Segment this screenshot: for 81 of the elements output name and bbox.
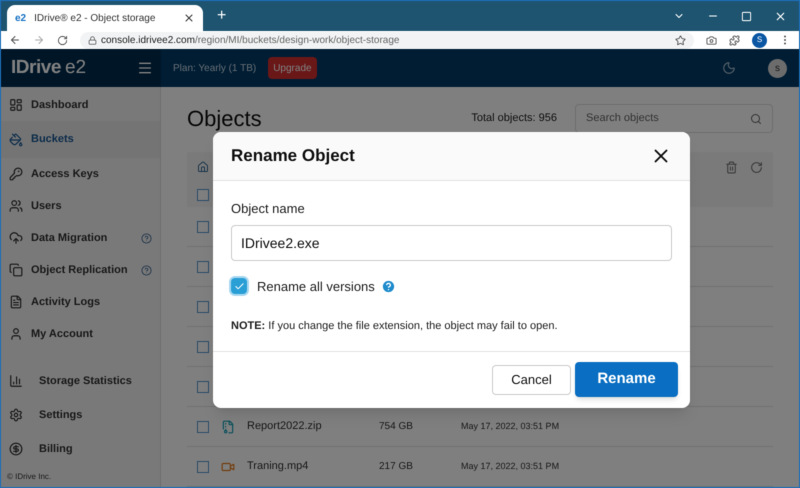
zip-file-icon [221, 420, 235, 434]
check-icon [234, 280, 244, 292]
address-bar[interactable]: console.idrivee2.com/region/MI/buckets/design-work/object-storage [80, 32, 694, 48]
sidebar-item[interactable]: Users [1, 190, 160, 222]
dialog-title: Rename Object [231, 145, 355, 168]
file-size: 217 GB [379, 460, 414, 474]
sidebar-item[interactable]: My Account [1, 318, 160, 350]
checkbox[interactable] [197, 380, 209, 392]
user-avatar[interactable]: s [768, 58, 787, 78]
document-icon [9, 295, 23, 309]
sidebar-item[interactable]: Storage Statistics [1, 364, 160, 398]
file-date: May 17, 2022, 03:51 PM [461, 420, 560, 433]
close-window-icon[interactable] [774, 10, 787, 22]
dashboard-icon [9, 98, 23, 112]
logo-suffix: e2 [64, 56, 86, 80]
url-host: console.idrivee2.com [101, 34, 195, 48]
checkbox[interactable] [197, 220, 209, 232]
checkbox[interactable] [197, 340, 209, 352]
object-name-field[interactable]: IDrivee2.exe [231, 224, 672, 260]
checkbox[interactable] [231, 278, 247, 294]
sidebar-item[interactable]: Buckets [1, 121, 160, 158]
maximize-icon[interactable] [741, 10, 752, 22]
sidebar-item[interactable]: Activity Logs [1, 286, 160, 318]
star-icon[interactable] [675, 34, 686, 46]
plan-label: Plan: Yearly (1 TB) [173, 62, 256, 76]
forward-icon[interactable] [33, 34, 45, 46]
cancel-button[interactable]: Cancel [492, 364, 571, 394]
cloud-icon [9, 231, 23, 245]
logo: IDrive [11, 56, 61, 80]
field-label: Object name [231, 200, 306, 218]
lock-icon [88, 36, 97, 44]
tab-title: IDrive® e2 - Object storage [34, 12, 156, 26]
trash-icon[interactable] [725, 160, 738, 174]
sidebar-item[interactable]: Dashboard [1, 89, 160, 121]
upgrade-button[interactable]: Upgrade [268, 57, 317, 79]
checkbox[interactable] [197, 260, 209, 272]
copy-icon [9, 263, 23, 277]
close-icon[interactable] [183, 12, 195, 24]
bar-chart-icon [9, 374, 23, 388]
help-icon[interactable] [141, 264, 152, 276]
menu-icon[interactable] [137, 60, 153, 76]
bucket-icon [9, 132, 23, 146]
file-size: 754 GB [379, 420, 414, 434]
rename-button[interactable]: Rename [575, 362, 678, 397]
browser-tab[interactable]: e2 IDrive® e2 - Object storage [7, 5, 203, 31]
key-icon [9, 167, 23, 181]
new-tab-button[interactable]: + [217, 4, 226, 28]
checkbox[interactable] [197, 420, 209, 432]
sidebar-item[interactable]: Object Replication [1, 254, 160, 286]
file-date: May 17, 2022, 03:51 PM [461, 460, 560, 473]
total-objects: Total objects: 956 [471, 111, 557, 126]
sidebar-item[interactable]: Data Migration [1, 222, 160, 254]
help-icon[interactable] [141, 232, 152, 244]
checkbox[interactable] [197, 300, 209, 312]
page-title: Objects [187, 105, 262, 133]
dollar-icon [9, 442, 23, 456]
puzzle-icon[interactable] [729, 34, 740, 46]
tab-logo: e2 [15, 12, 26, 26]
reload-icon[interactable] [57, 34, 68, 46]
checkbox[interactable] [197, 460, 209, 472]
checkbox[interactable] [197, 188, 209, 200]
camera-icon[interactable] [706, 34, 717, 46]
refresh-icon[interactable] [750, 160, 763, 174]
note-text: NOTE: If you change the file extension, the object may fail to open. [231, 319, 559, 334]
settings-icon [9, 408, 23, 422]
checkbox-label: Rename all versions [257, 278, 375, 296]
profile-avatar[interactable]: S [752, 32, 767, 48]
users-icon [9, 199, 23, 213]
table-row[interactable]: Traning.mp4 217 GB May 17, 2022, 03:51 PM [187, 447, 773, 487]
search-icon [750, 112, 762, 124]
sidebar-item[interactable]: Billing [1, 432, 160, 466]
moon-icon[interactable] [722, 61, 736, 75]
sidebar-item[interactable]: Settings [1, 398, 160, 432]
file-name[interactable]: Traning.mp4 [247, 458, 367, 475]
url-path: /region/MI/buckets/design-work/object-storage [194, 34, 400, 48]
file-name[interactable]: Report2022.zip [247, 418, 367, 435]
back-icon[interactable] [9, 34, 21, 46]
sidebar-item[interactable]: Access Keys [1, 158, 160, 190]
copyright: © IDrive Inc. [6, 471, 52, 483]
user-icon [9, 327, 23, 341]
home-icon[interactable] [197, 161, 209, 173]
